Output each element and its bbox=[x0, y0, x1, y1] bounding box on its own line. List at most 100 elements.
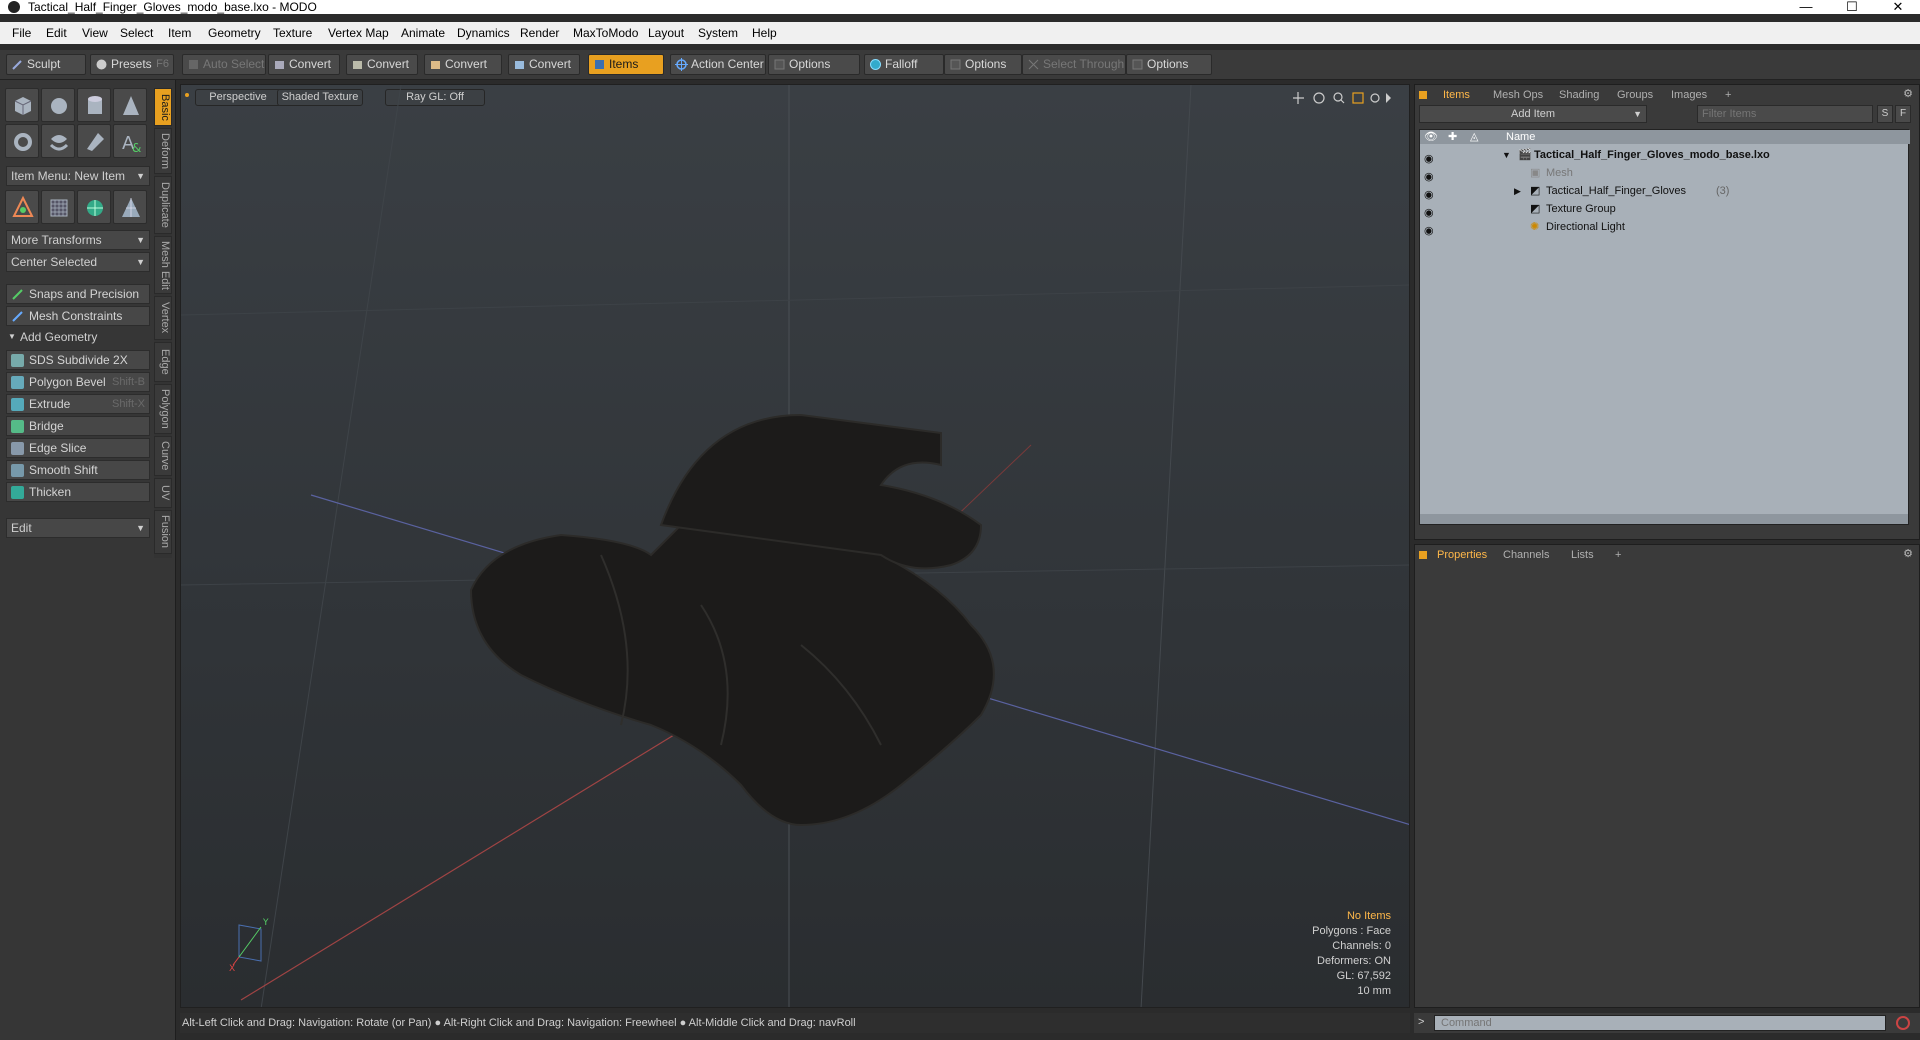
action-center-button[interactable]: Action Center bbox=[670, 54, 766, 75]
menu-layout[interactable]: Layout bbox=[648, 26, 684, 40]
vtab-fusion[interactable]: Fusion bbox=[154, 510, 172, 554]
auto-select-button[interactable]: Auto Select bbox=[182, 54, 266, 75]
menu-render[interactable]: Render bbox=[520, 26, 559, 40]
smooth-shift-button[interactable]: Smooth Shift bbox=[6, 460, 150, 480]
edge-slice-button[interactable]: Edge Slice bbox=[6, 438, 150, 458]
eye-icon[interactable]: ◉ bbox=[1424, 186, 1434, 201]
filter-items-input[interactable] bbox=[1697, 105, 1873, 123]
tab-channels[interactable]: Channels bbox=[1503, 547, 1549, 563]
center-selected-dropdown[interactable]: Center Selected ▼ bbox=[6, 252, 150, 272]
add-geometry-section[interactable]: ▼ Add Geometry bbox=[6, 328, 150, 346]
eye-icon[interactable]: ◉ bbox=[1424, 150, 1434, 165]
tab-mesh-ops[interactable]: Mesh Ops bbox=[1493, 87, 1543, 103]
capsule-primitive-button[interactable] bbox=[41, 124, 75, 158]
menu-file[interactable]: File bbox=[12, 26, 31, 40]
menu-maxtomodo[interactable]: MaxToModo bbox=[573, 26, 638, 40]
filter-s-button[interactable]: S bbox=[1877, 105, 1893, 123]
menu-item[interactable]: Item bbox=[168, 26, 191, 40]
vtab-uv[interactable]: UV bbox=[154, 478, 172, 508]
sphere-globe-button[interactable] bbox=[77, 190, 111, 224]
convert-button-3[interactable]: Convert bbox=[424, 54, 502, 75]
tree-row-group[interactable]: ◉ ▶ ◩ Tactical_Half_Finger_Gloves (3) bbox=[1420, 182, 1908, 201]
cylinder-primitive-button[interactable] bbox=[77, 88, 111, 122]
vtab-edge[interactable]: Edge bbox=[154, 342, 172, 382]
menu-view[interactable]: View bbox=[82, 26, 108, 40]
presets-button[interactable]: Presets F6 bbox=[90, 54, 174, 75]
record-icon[interactable] bbox=[1896, 1016, 1910, 1030]
vtab-deform[interactable]: Deform bbox=[154, 128, 172, 174]
falloff-button[interactable]: Falloff bbox=[864, 54, 944, 75]
item-menu-dropdown[interactable]: Item Menu: New Item ▼ bbox=[6, 166, 150, 186]
cone-primitive-button[interactable] bbox=[113, 88, 147, 122]
panel-gear-icon[interactable]: ⚙ bbox=[1903, 547, 1913, 560]
extrude-button[interactable]: Extrude Shift-X bbox=[6, 394, 150, 414]
vtab-duplicate[interactable]: Duplicate bbox=[154, 176, 172, 234]
vtab-curve[interactable]: Curve bbox=[154, 436, 172, 476]
mesh-constraints-button[interactable]: Mesh Constraints bbox=[6, 306, 150, 326]
polygon-bevel-button[interactable]: Polygon Bevel Shift-B bbox=[6, 372, 150, 392]
grid-tool-button[interactable] bbox=[41, 190, 75, 224]
convert-button-1[interactable]: Convert bbox=[268, 54, 340, 75]
tab-groups[interactable]: Groups bbox=[1617, 87, 1653, 103]
panel-menu-icon[interactable] bbox=[1419, 551, 1427, 559]
tab-images[interactable]: Images bbox=[1671, 87, 1707, 103]
menu-animate[interactable]: Animate bbox=[401, 26, 445, 40]
options-button-3[interactable]: Options bbox=[1126, 54, 1212, 75]
tree-row-scene[interactable]: ◉ ▼ 🎬 Tactical_Half_Finger_Gloves_modo_b… bbox=[1420, 146, 1908, 165]
options-button-2[interactable]: Options bbox=[944, 54, 1022, 75]
3d-viewport[interactable]: Perspective Shaded Texture Ray GL: Off Y… bbox=[180, 84, 1410, 1008]
close-button[interactable]: ✕ bbox=[1876, 0, 1920, 14]
eye-icon[interactable]: ◉ bbox=[1424, 222, 1434, 237]
convert-button-4[interactable]: Convert bbox=[508, 54, 580, 75]
sculpt-button[interactable]: Sculpt bbox=[6, 54, 86, 75]
vtab-vertex[interactable]: Vertex bbox=[154, 296, 172, 340]
sds-subdivide-button[interactable]: SDS Subdivide 2X bbox=[6, 350, 150, 370]
menu-help[interactable]: Help bbox=[752, 26, 777, 40]
panel-gear-icon[interactable]: ⚙ bbox=[1903, 87, 1913, 100]
panel-menu-icon[interactable] bbox=[1419, 91, 1427, 99]
tab-shading[interactable]: Shading bbox=[1559, 87, 1599, 103]
tab-properties[interactable]: Properties bbox=[1437, 547, 1487, 563]
eye-icon[interactable]: ◉ bbox=[1424, 168, 1434, 183]
options-button-1[interactable]: Options bbox=[768, 54, 860, 75]
menu-dynamics[interactable]: Dynamics bbox=[457, 26, 510, 40]
vtab-mesh-edit[interactable]: Mesh Edit bbox=[154, 236, 172, 294]
cube-primitive-button[interactable] bbox=[5, 88, 39, 122]
add-item-dropdown[interactable]: Add Item ▼ bbox=[1419, 105, 1647, 123]
add-tab-button[interactable]: + bbox=[1615, 547, 1621, 563]
select-through-button[interactable]: Select Through bbox=[1022, 54, 1126, 75]
edit-dropdown[interactable]: Edit ▼ bbox=[6, 518, 150, 538]
tree-row-directional-light[interactable]: ◉ ✺ Directional Light bbox=[1420, 218, 1908, 237]
menu-select[interactable]: Select bbox=[120, 26, 153, 40]
command-input[interactable] bbox=[1434, 1015, 1886, 1031]
bridge-button[interactable]: Bridge bbox=[6, 416, 150, 436]
minimize-button[interactable]: — bbox=[1784, 0, 1828, 14]
snaps-precision-button[interactable]: Snaps and Precision bbox=[6, 284, 150, 304]
thicken-button[interactable]: Thicken bbox=[6, 482, 150, 502]
maximize-button[interactable]: ☐ bbox=[1830, 0, 1874, 14]
convert-button-2[interactable]: Convert bbox=[346, 54, 418, 75]
expand-arrow-icon[interactable]: ▼ bbox=[1502, 146, 1511, 164]
items-mode-button[interactable]: Items bbox=[588, 54, 664, 75]
eye-icon[interactable]: ◉ bbox=[1424, 204, 1434, 219]
expand-arrow-icon[interactable]: ▶ bbox=[1514, 182, 1521, 200]
menu-system[interactable]: System bbox=[698, 26, 738, 40]
tab-lists[interactable]: Lists bbox=[1571, 547, 1594, 563]
menu-geometry[interactable]: Geometry bbox=[208, 26, 261, 40]
vtab-polygon[interactable]: Polygon bbox=[154, 384, 172, 434]
pyramid-tool-button[interactable] bbox=[113, 190, 147, 224]
tab-items[interactable]: Items bbox=[1443, 87, 1470, 103]
tree-scrollbar[interactable] bbox=[1420, 514, 1908, 524]
menu-edit[interactable]: Edit bbox=[46, 26, 67, 40]
add-tab-button[interactable]: + bbox=[1725, 87, 1731, 103]
transform-tool-button[interactable] bbox=[5, 190, 39, 224]
text-tool-button[interactable]: A & bbox=[113, 124, 147, 158]
pen-tool-button[interactable] bbox=[77, 124, 111, 158]
filter-f-button[interactable]: F bbox=[1895, 105, 1911, 123]
menu-vertex-map[interactable]: Vertex Map bbox=[328, 26, 389, 40]
tree-row-mesh[interactable]: ◉ ▣ Mesh bbox=[1420, 164, 1908, 183]
more-transforms-dropdown[interactable]: More Transforms ▼ bbox=[6, 230, 150, 250]
torus-primitive-button[interactable] bbox=[5, 124, 39, 158]
menu-texture[interactable]: Texture bbox=[273, 26, 312, 40]
vtab-basic[interactable]: Basic bbox=[154, 88, 172, 126]
